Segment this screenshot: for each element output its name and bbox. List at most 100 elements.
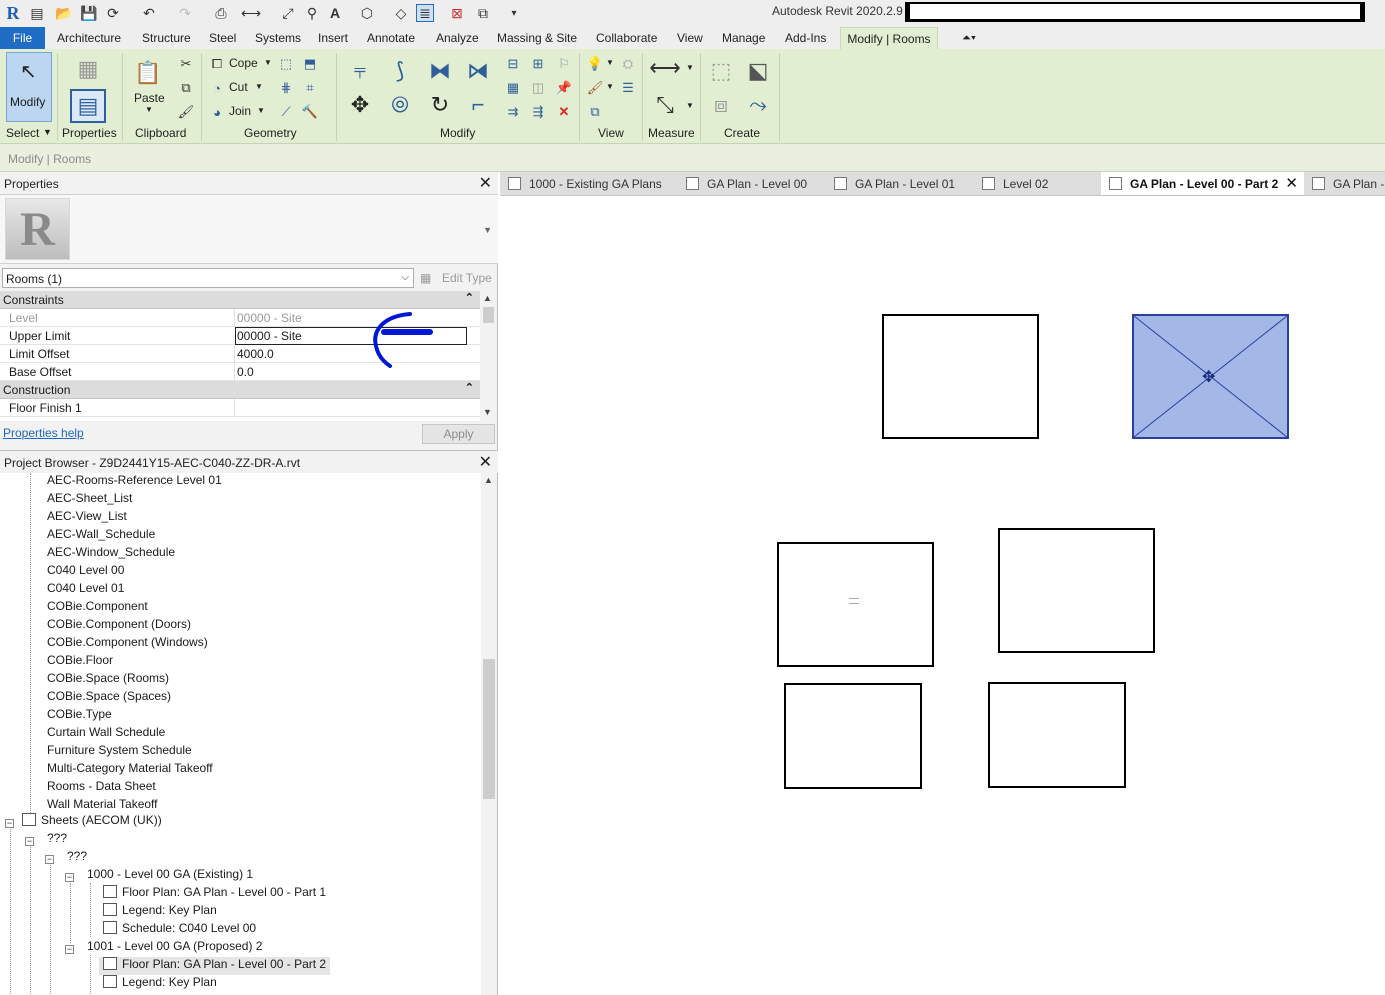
scroll-down-icon[interactable]: ▼ [483, 407, 492, 417]
hide-in-view-icon[interactable]: 💡 [585, 55, 605, 73]
home-icon[interactable]: ▤ [28, 4, 46, 22]
tree-view-item[interactable]: Legend: Key Plan [103, 903, 217, 921]
tag-icon[interactable]: ⚲ [303, 4, 321, 22]
trim-single-icon[interactable]: ⇶ [528, 103, 548, 121]
scrollbar-thumb[interactable] [483, 659, 495, 799]
create-similar-icon[interactable]: ⤳ [742, 89, 774, 121]
copy-icon[interactable]: ⧉ [176, 79, 196, 97]
beam-column-joins-icon[interactable]: ⋕ [276, 79, 296, 97]
tree-view-item[interactable]: Schedule: C040 Level 00 [103, 921, 256, 939]
override-graphics-icon[interactable]: ⛭ [618, 55, 638, 73]
ribbon-minimize-icon[interactable]: ⏶▾ [962, 27, 976, 49]
collapse-icon[interactable]: ⌃ [465, 381, 474, 394]
tree-group[interactable]: ??? [47, 831, 67, 849]
close-icon[interactable]: ✕ [1285, 174, 1298, 192]
sync-icon[interactable]: ⟳ [104, 4, 122, 22]
tree-view-item[interactable]: Legend: Key Plan [103, 975, 217, 993]
drawing-canvas[interactable]: ✥ [500, 196, 1385, 995]
tree-item[interactable]: Multi-Category Material Takeoff [47, 761, 213, 779]
view-tab-ga-plan-level-00-part-2[interactable]: GA Plan - Level 00 - Part 2 ✕ [1101, 172, 1304, 195]
tree-item[interactable]: Curtain Wall Schedule [47, 725, 165, 743]
text-icon[interactable]: A [326, 4, 344, 22]
tree-item[interactable]: C040 Level 01 [47, 581, 124, 599]
tree-item[interactable]: COBie.Space (Rooms) [47, 671, 169, 689]
redo-icon[interactable]: ↷ [176, 4, 194, 22]
view-tab-level-02[interactable]: Level 02 [974, 172, 1101, 195]
hide-dropdown-icon[interactable]: ▼ [606, 58, 614, 67]
cut-dropdown-icon[interactable]: ▼ [255, 82, 263, 91]
linework-icon[interactable]: 🖌 [585, 79, 605, 97]
copy-element-icon[interactable]: ⦾ [384, 89, 416, 121]
dimension-icon[interactable]: ⤡ [648, 89, 682, 121]
pin-icon[interactable]: 📌 [554, 79, 574, 97]
room-viewport[interactable] [777, 542, 934, 667]
tree-item[interactable]: COBie.Component (Doors) [47, 617, 191, 635]
tree-item[interactable]: COBie.Space (Spaces) [47, 689, 171, 707]
tree-view-item[interactable]: Floor Plan: GA Plan - Level 00 - Part 1 [103, 885, 326, 903]
room-viewport[interactable] [988, 682, 1126, 788]
scale-icon[interactable]: ◫ [528, 79, 548, 97]
aligned-dimension-icon[interactable]: ⤢ [279, 4, 297, 22]
scrollbar-thumb[interactable] [483, 307, 494, 323]
tree-item[interactable]: COBie.Component (Windows) [47, 635, 208, 653]
tree-item[interactable]: AEC-View_List [47, 509, 127, 527]
modify-button[interactable]: ↖ Modify [6, 52, 52, 122]
paint-icon[interactable]: 🔨 [300, 103, 320, 121]
print-icon[interactable]: ⎙ [212, 4, 230, 22]
align-icon[interactable]: ⫧ [344, 55, 376, 87]
qat-dropdown-icon[interactable]: ▾ [505, 4, 523, 22]
measure-icon[interactable]: ⟷ [241, 4, 261, 22]
section-icon[interactable]: ◇ [392, 4, 410, 22]
mirror-axis-icon[interactable]: ⧓ [424, 55, 456, 87]
rotate-icon[interactable]: ↻ [424, 89, 456, 121]
tree-item[interactable]: AEC-Window_Schedule [47, 545, 175, 563]
base-offset-field[interactable]: 0.0 [237, 365, 254, 379]
create-group-icon[interactable]: ⧈ [705, 89, 737, 121]
match-type-icon[interactable]: 🖌 [176, 103, 196, 121]
tab-manage[interactable]: Manage [722, 27, 765, 49]
properties-icon[interactable]: ▤ [70, 89, 106, 123]
array-icon[interactable]: ▦ [503, 79, 523, 97]
edit-type-button[interactable]: ▦ Edit Type [420, 268, 496, 288]
linework-dropdown-icon[interactable]: ▼ [606, 82, 614, 91]
sheets-root[interactable]: Sheets (AECOM (UK)) [22, 813, 162, 831]
tab-analyze[interactable]: Analyze [436, 27, 479, 49]
close-icon[interactable]: ✕ [479, 452, 492, 472]
switch-windows-icon[interactable]: ⧉ [474, 4, 492, 22]
room-viewport-selected[interactable]: ✥ [1132, 314, 1289, 439]
close-icon[interactable]: ✕ [479, 173, 492, 193]
trim-extend-icon[interactable]: ⌐ [462, 89, 494, 121]
tree-item[interactable]: AEC-Sheet_List [47, 491, 132, 509]
tab-steel[interactable]: Steel [209, 27, 236, 49]
tab-collaborate[interactable]: Collaborate [596, 27, 657, 49]
collapse-toggle-icon[interactable]: − [65, 873, 74, 882]
tree-item[interactable]: Furniture System Schedule [47, 743, 192, 761]
view-tab-ga-plan-overflow[interactable]: GA Plan - [1304, 172, 1385, 195]
tree-item[interactable]: C040 Level 00 [47, 563, 124, 581]
tab-annotate[interactable]: Annotate [367, 27, 415, 49]
collapse-toggle-icon[interactable]: − [5, 819, 14, 828]
type-properties-icon[interactable]: ▦ [70, 53, 106, 85]
group-construction[interactable]: Construction ⌃ [0, 381, 480, 399]
cut-geometry-icon[interactable]: ◔ [207, 79, 227, 97]
chevron-down-icon[interactable]: ⌵ [401, 272, 409, 283]
split-gap-icon[interactable]: ⊞ [528, 55, 548, 73]
tree-item[interactable]: COBie.Component [47, 599, 148, 617]
delete-icon[interactable]: ✕ [554, 103, 574, 121]
room-viewport[interactable] [998, 528, 1155, 653]
offset-icon[interactable]: ⟆ [384, 55, 416, 87]
join-button[interactable]: Join [229, 104, 251, 118]
undo-icon[interactable]: ↶ [140, 4, 158, 22]
properties-scrollbar[interactable]: ▲ ▼ [481, 291, 496, 421]
tree-item[interactable]: AEC-Rooms-Reference Level 01 [47, 473, 222, 491]
collapse-toggle-icon[interactable]: − [45, 855, 54, 864]
paste-dropdown-icon[interactable]: ▼ [145, 105, 153, 114]
collapse-toggle-icon[interactable]: − [25, 837, 34, 846]
wall-joins-icon[interactable]: ⬚ [276, 55, 296, 73]
group-constraints[interactable]: Constraints ⌃ [0, 291, 480, 309]
line-weights-icon[interactable]: ☰ [618, 79, 638, 97]
create-parts-icon[interactable]: ⬕ [742, 55, 774, 87]
tree-group[interactable]: ??? [67, 849, 87, 867]
select-dropdown-icon[interactable]: ▼ [43, 127, 52, 137]
room-viewport[interactable] [882, 314, 1039, 439]
